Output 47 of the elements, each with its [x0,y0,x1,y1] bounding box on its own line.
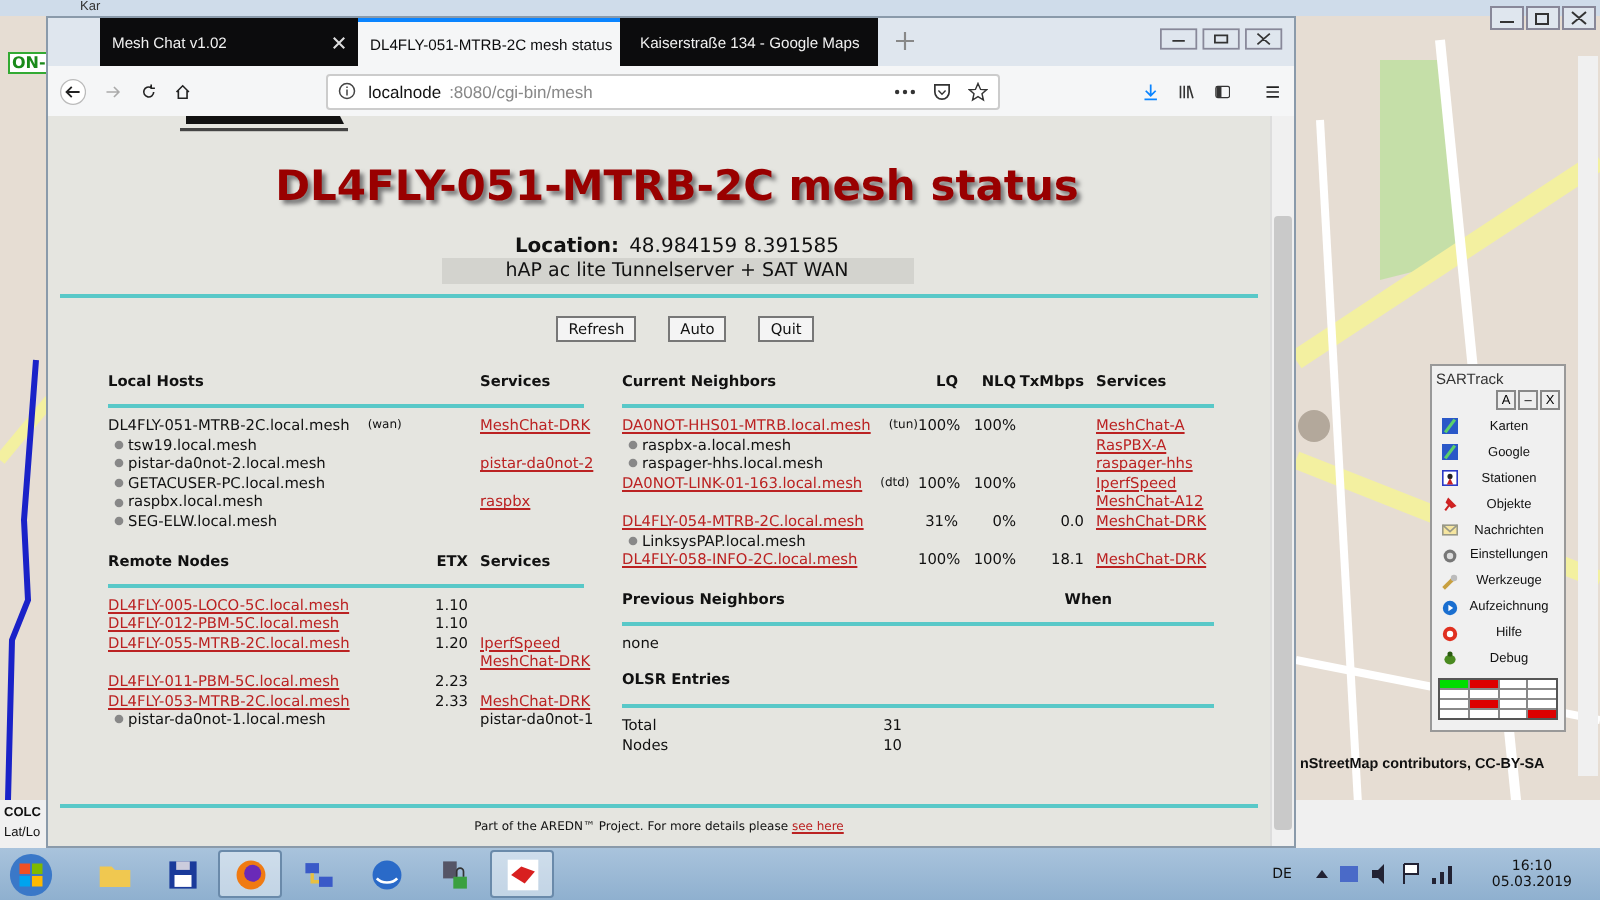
download-icon[interactable] [1142,79,1160,103]
taskbar-button[interactable] [490,850,554,898]
location-value: 48.984159 8.391585 [629,236,840,258]
node-description: hAP ac lite Tunnelserver + SAT WAN [441,258,913,284]
bullet-icon [114,714,124,725]
start-button-icon[interactable] [8,851,54,897]
bug-icon [1442,650,1458,667]
bullet-icon [114,497,124,508]
close-icon[interactable] [332,35,346,49]
bullet-icon [628,439,638,450]
taskbar-button[interactable] [218,850,282,898]
info-icon[interactable] [338,82,357,100]
back-icon[interactable] [60,73,87,109]
address-bar[interactable]: localnode :8080/cgi-bin/mesh [326,73,1001,109]
reload-icon[interactable] [139,79,157,103]
play-icon [1442,599,1458,616]
map-icon [1442,444,1458,461]
envelope-icon [1442,522,1458,538]
bullet-icon [114,439,124,450]
pocket-icon[interactable] [932,81,953,101]
bullet-icon [114,516,124,527]
bullet-icon [628,535,638,546]
wrench-icon [1442,573,1458,590]
network-icon [301,857,335,891]
bullet-icon [114,478,124,489]
scrollbar[interactable] [1578,56,1598,776]
globe-icon [369,857,403,891]
scrollbar[interactable] [1270,116,1294,846]
bullet-icon [114,458,124,469]
browser-icon [233,857,267,891]
window-controls-icon[interactable] [1490,6,1598,30]
map-icon [1442,418,1458,435]
new-tab-icon[interactable] [896,32,914,50]
settings-icon [1442,547,1458,564]
page-title: DL4FLY-051-MTRB-2C mesh status [273,162,1081,210]
more-icon[interactable] [894,87,917,95]
app-icon [505,857,539,891]
lock-icon [437,857,471,891]
person-icon [1442,470,1458,487]
pin-icon [1442,496,1458,513]
location-label: Location: [514,236,620,258]
bullet-icon [628,458,638,469]
star-icon[interactable] [968,81,989,101]
help-icon [1442,625,1458,642]
home-icon[interactable] [174,79,193,103]
window-controls-icon[interactable] [1160,28,1284,50]
map-label: ON- [8,52,50,74]
